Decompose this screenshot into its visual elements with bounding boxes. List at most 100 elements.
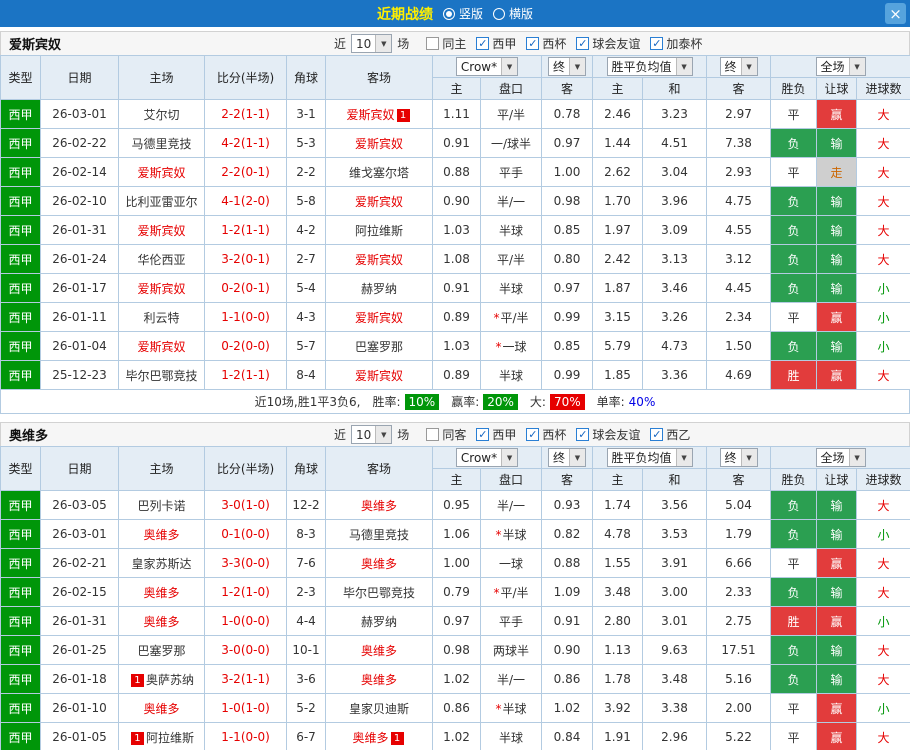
odds-source-select[interactable]: Crow* ▼ bbox=[455, 57, 519, 76]
red-card-badge: 1 bbox=[390, 731, 404, 745]
asia-handicap-cell: *平/半 bbox=[480, 302, 542, 332]
checkbox-checked-icon: ✓ bbox=[526, 428, 540, 441]
table-row: 西甲 26-01-10 奥维多 1-0(1-0) 5-2 皇家贝迪斯 0.86 *半球 1.02… bbox=[0, 693, 910, 723]
corners-cell: 5-7 bbox=[286, 331, 326, 361]
asia-away-odds: 0.84 bbox=[541, 722, 593, 750]
filter-checkbox-1-3[interactable]: ✓ 球会友谊 bbox=[576, 426, 640, 443]
checkbox-label: 西杯 bbox=[542, 37, 567, 51]
filter-checkbox-1-4[interactable]: ✓ 西乙 bbox=[650, 426, 690, 443]
team-name-text: 巴塞罗那 bbox=[137, 643, 186, 658]
odds-source-select[interactable]: Crow* ▼ bbox=[455, 448, 519, 467]
score-cell: 1-2(1-1) bbox=[204, 215, 287, 245]
corners-cell: 5-3 bbox=[286, 128, 326, 158]
filter-checkbox-1-0[interactable]: 同客 bbox=[426, 426, 466, 443]
asia-handicap-cell: 半/一 bbox=[480, 664, 542, 694]
checkbox-checked-icon: ✓ bbox=[476, 37, 490, 50]
filter-checkbox-0-1[interactable]: ✓ 西甲 bbox=[476, 35, 516, 52]
summary-bar: 近10场,胜1平3负6, 胜率: 10% 赢率: 20% 大: 70% 单率: 40% bbox=[0, 390, 910, 414]
asia-home-odds: 1.06 bbox=[432, 519, 481, 549]
chevron-down-icon: ▼ bbox=[569, 449, 585, 466]
euro-mean-select[interactable]: 胜平负均值 ▼ bbox=[606, 57, 693, 76]
table-row: 西甲 26-02-10 比利亚雷亚尔 4-1(2-0) 5-8 爱斯宾奴 0.90 半/一 0.… bbox=[0, 186, 910, 216]
col-header-result: 胜负 bbox=[770, 77, 818, 100]
radio-horizontal-layout[interactable]: 横版 bbox=[493, 5, 533, 22]
away-team-cell: 赫罗纳 bbox=[325, 273, 433, 303]
filter-checkbox-1-1[interactable]: ✓ 西甲 bbox=[476, 426, 516, 443]
euro-final-select[interactable]: 终 ▼ bbox=[719, 448, 758, 467]
handicap-result-cell: 输 bbox=[816, 664, 858, 694]
league-cell: 西甲 bbox=[0, 606, 41, 636]
away-team-cell: 奥维多 1 bbox=[325, 722, 433, 750]
home-team-cell: 爱斯宾奴 bbox=[118, 331, 205, 361]
chevron-down-icon: ▼ bbox=[740, 449, 757, 466]
league-cell: 西甲 bbox=[0, 273, 41, 303]
col-header-euro-draw: 和 bbox=[641, 468, 708, 491]
team-name-text: 奥维多 bbox=[360, 498, 397, 513]
asia-final-select[interactable]: 终 ▼ bbox=[547, 57, 586, 76]
summary-stat-value: 20% bbox=[483, 393, 518, 410]
euro-draw-odds: 4.51 bbox=[641, 128, 708, 158]
checkbox-label: 加泰杯 bbox=[666, 37, 703, 51]
euro-home-odds: 1.74 bbox=[592, 490, 643, 520]
col-header-score: 比分(半场) bbox=[204, 446, 287, 491]
red-card-badge: 1 bbox=[130, 731, 144, 745]
col-header-type: 类型 bbox=[0, 55, 41, 100]
league-cell: 西甲 bbox=[0, 186, 41, 216]
asia-away-odds: 0.82 bbox=[541, 519, 593, 549]
scope-select[interactable]: 全场 ▼ bbox=[815, 57, 866, 76]
games-count-value: 10 bbox=[356, 427, 372, 442]
team-name-text: 巴列卡诺 bbox=[137, 498, 186, 513]
goals-ou-cell: 小 bbox=[856, 519, 910, 549]
radio-vertical-layout[interactable]: 竖版 bbox=[442, 5, 483, 22]
euro-final-select[interactable]: 终 ▼ bbox=[719, 57, 758, 76]
away-team-cell: 奥维多 bbox=[325, 664, 433, 694]
scope-select[interactable]: 全场 ▼ bbox=[815, 448, 866, 467]
home-team-cell: 巴列卡诺 bbox=[118, 490, 205, 520]
asia-away-odds: 0.99 bbox=[541, 302, 593, 332]
team-name-text: 爱斯宾奴 bbox=[354, 194, 403, 209]
asia-away-odds: 0.93 bbox=[541, 490, 593, 520]
games-count-select[interactable]: 10 ▼ bbox=[351, 34, 393, 53]
filter-checkbox-0-3[interactable]: ✓ 球会友谊 bbox=[576, 35, 640, 52]
filter-checkbox-0-0[interactable]: 同主 bbox=[426, 35, 466, 52]
euro-home-odds: 1.13 bbox=[592, 635, 643, 665]
asia-away-odds: 0.97 bbox=[541, 273, 593, 303]
euro-mean-select[interactable]: 胜平负均值 ▼ bbox=[606, 448, 693, 467]
table-row: 西甲 26-02-21 皇家苏斯达 3-3(0-0) 7-6 奥维多 1.00 一球 0.88 1… bbox=[0, 548, 910, 578]
team-name-text: 奥维多 bbox=[143, 527, 180, 542]
games-count-select[interactable]: 10 ▼ bbox=[351, 425, 393, 444]
euro-home-odds: 1.97 bbox=[592, 215, 643, 245]
score-cell: 3-0(1-0) bbox=[204, 490, 287, 520]
filter-checkbox-0-2[interactable]: ✓ 西杯 bbox=[526, 35, 566, 52]
goals-ou-cell: 大 bbox=[856, 157, 910, 187]
checkbox-checked-icon: ✓ bbox=[650, 37, 664, 50]
asia-handicap-cell: *平/半 bbox=[480, 577, 542, 607]
favored-star: * bbox=[495, 339, 502, 354]
home-team-cell: 奥维多 bbox=[118, 519, 205, 549]
team-name-text: 奥萨苏纳 bbox=[145, 672, 194, 687]
date-cell: 26-02-10 bbox=[40, 186, 119, 216]
goals-ou-cell: 大 bbox=[856, 99, 910, 129]
date-cell: 26-03-05 bbox=[40, 490, 119, 520]
close-button[interactable]: × bbox=[885, 3, 906, 24]
asia-away-odds: 0.85 bbox=[541, 331, 593, 361]
chevron-down-icon: ▼ bbox=[848, 58, 865, 75]
home-team-cell: 奥维多 bbox=[118, 606, 205, 636]
table-row: 西甲 26-01-17 爱斯宾奴 0-2(0-1) 5-4 赫罗纳 0.91 半球 0.97 1.… bbox=[0, 273, 910, 303]
score-cell: 1-1(0-0) bbox=[204, 722, 287, 750]
filter-checkbox-1-2[interactable]: ✓ 西杯 bbox=[526, 426, 566, 443]
checkbox-checked-icon: ✓ bbox=[526, 37, 540, 50]
league-cell: 西甲 bbox=[0, 99, 41, 129]
euro-away-odds: 2.00 bbox=[706, 693, 772, 723]
filter-checkbox-0-4[interactable]: ✓ 加泰杯 bbox=[650, 35, 702, 52]
goals-ou-cell: 大 bbox=[856, 128, 910, 158]
away-team-cell: 马德里竞技 bbox=[325, 519, 433, 549]
col-header-asia-away: 客 bbox=[541, 77, 593, 100]
asia-away-odds: 0.88 bbox=[541, 548, 593, 578]
euro-final-filter-cell: 终 ▼ bbox=[706, 55, 772, 78]
red-card-badge: 1 bbox=[130, 673, 144, 687]
table-row: 西甲 26-01-18 1 奥萨苏纳 3-2(1-1) 3-6 奥维多 1.02 半/一 0.86… bbox=[0, 664, 910, 694]
team-name-text: 皇家贝迪斯 bbox=[348, 701, 409, 716]
asia-final-select[interactable]: 终 ▼ bbox=[547, 448, 586, 467]
table-row: 西甲 26-03-01 奥维多 0-1(0-0) 8-3 马德里竞技 1.06 *半球 0.82… bbox=[0, 519, 910, 549]
